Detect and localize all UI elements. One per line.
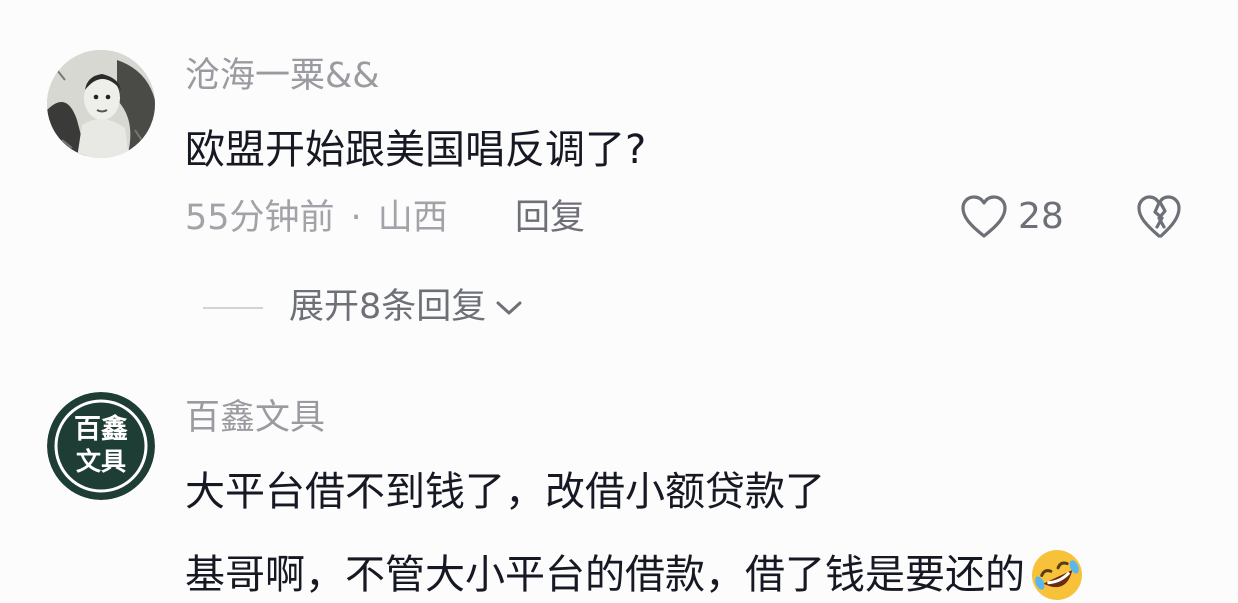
expand-replies-button[interactable]: 展开8条回复 xyxy=(203,290,524,325)
avatar-text-top: 百鑫 xyxy=(74,414,128,445)
avatar[interactable] xyxy=(47,50,155,158)
divider-line xyxy=(203,306,263,309)
comment-location: 山西 xyxy=(377,198,448,238)
comment-text-line-content: 基哥啊，不管大小平台的借款，借了钱是要还的 xyxy=(185,552,1025,598)
text-logo-avatar-icon xyxy=(47,392,155,500)
dislike-button[interactable] xyxy=(1136,194,1182,244)
reply-button[interactable]: 回复 xyxy=(515,201,585,236)
like-count: 28 xyxy=(1018,196,1064,237)
heart-outline-icon xyxy=(961,195,1007,238)
expand-replies-label: 展开8条回复 xyxy=(289,287,487,327)
meta-separator: · xyxy=(350,198,362,238)
vintage-photo-avatar-icon xyxy=(47,50,155,158)
comment-time: 55分钟前 xyxy=(185,198,335,238)
comment-text-line: 基哥啊，不管大小平台的借款，借了钱是要还的 xyxy=(185,547,1085,603)
comment-item: 百鑫 文具 百鑫文具 大平台借不到钱了，改借小额贷款了 基哥啊，不管大小平台的借… xyxy=(0,360,1238,600)
like-button[interactable]: 28 xyxy=(960,194,1064,240)
comment-username[interactable]: 沧海一粟&& xyxy=(185,59,380,94)
comment-item: 沧海一粟&& 欧盟开始跟美国唱反调了? 55分钟前 · 山西 回复 28 展开8… xyxy=(0,0,1238,360)
avatar-text-bottom: 文具 xyxy=(75,447,126,476)
broken-heart-icon xyxy=(1137,195,1181,238)
comment-text: 欧盟开始跟美国唱反调了? xyxy=(185,127,647,173)
comment-username[interactable]: 百鑫文具 xyxy=(185,401,325,436)
comment-text-line: 大平台借不到钱了，改借小额贷款了 xyxy=(185,469,825,515)
comment-meta: 55分钟前 · 山西 xyxy=(185,201,448,236)
chevron-down-icon xyxy=(496,301,522,314)
avatar[interactable]: 百鑫 文具 xyxy=(47,392,155,500)
rolling-laughing-emoji-icon xyxy=(1032,550,1082,600)
